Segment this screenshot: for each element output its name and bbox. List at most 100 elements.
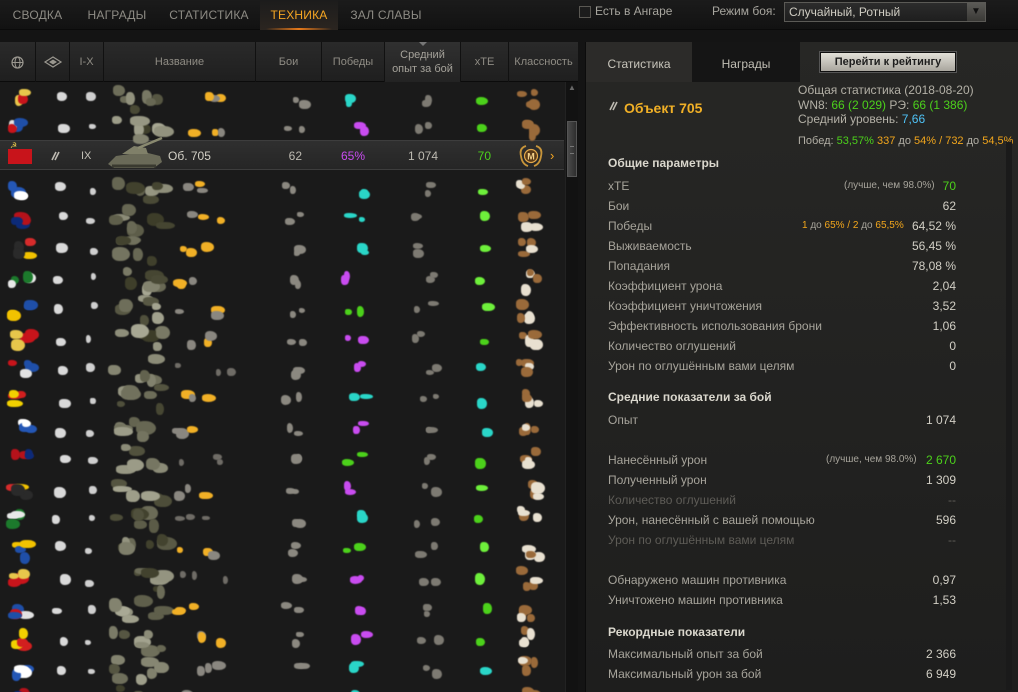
xte-header[interactable]: xTE [461, 42, 509, 82]
tab-summary[interactable]: СВОДКА [0, 0, 75, 30]
tab-vehicles[interactable]: ТЕХНИКА [260, 0, 338, 30]
wins-header[interactable]: Победы [322, 42, 385, 82]
redacted-flag [7, 400, 23, 408]
stat-avg-stuns: Количество оглушений -- [608, 493, 956, 507]
battle-mode-value: Случайный, Ротный [789, 5, 901, 19]
redacted-xte [474, 515, 483, 523]
redacted-tier [87, 605, 96, 615]
battles-header[interactable]: Бои [256, 42, 322, 82]
redacted-battles [280, 602, 293, 609]
table-row[interactable] [0, 622, 564, 657]
table-row[interactable] [0, 262, 564, 297]
table-scrollbar[interactable]: ▲ [565, 82, 578, 692]
redacted-xte [477, 188, 489, 196]
redacted-wins [345, 309, 352, 316]
redacted-xp [418, 578, 429, 586]
redacted-xp [423, 665, 431, 671]
row-expand-chevron-icon[interactable]: › [550, 141, 554, 171]
svg-text:M: M [527, 152, 535, 162]
redacted-battles [297, 662, 310, 670]
redacted-tank [125, 276, 138, 290]
avg-xp-header[interactable]: Средний опыт за бой [385, 42, 461, 82]
redacted-battles [287, 339, 297, 345]
redacted-flag [17, 390, 26, 398]
redacted-tank [133, 247, 143, 262]
vehicle-title: Объект 705 [624, 100, 703, 116]
table-row[interactable] [0, 592, 564, 624]
table-row[interactable] [0, 472, 564, 507]
redacted-type [52, 515, 60, 525]
redacted-name [201, 394, 217, 402]
redacted-flag [10, 510, 25, 519]
redacted-type [55, 541, 67, 551]
redacted-tank [152, 181, 164, 190]
redacted-tank [153, 125, 174, 138]
redacted-tank [151, 303, 161, 311]
table-row[interactable] [0, 202, 564, 237]
chevron-down-icon[interactable]: ▼ [967, 3, 985, 21]
hangar-checkbox[interactable] [579, 6, 591, 18]
nation-header[interactable] [0, 42, 36, 82]
globe-icon [11, 55, 24, 69]
table-row[interactable] [0, 172, 564, 204]
table-row[interactable] [0, 322, 564, 352]
table-row[interactable] [0, 682, 564, 692]
redacted-xp [430, 487, 442, 497]
stat-damage-dealt: Нанесённый урон (лучше, чем 98.0%) 2 670 [608, 453, 956, 467]
table-row[interactable] [0, 532, 564, 564]
tab-details-awards[interactable]: Награды [692, 42, 800, 82]
redacted-name [172, 279, 188, 287]
redacted-battles [286, 423, 294, 433]
table-row[interactable] [0, 292, 564, 326]
scroll-up-icon[interactable]: ▲ [566, 82, 578, 94]
redacted-xp [433, 634, 444, 645]
redacted-flag [12, 247, 26, 259]
redacted-mastery [518, 638, 529, 648]
name-header[interactable]: Название [104, 42, 256, 82]
tab-awards[interactable]: НАГРАДЫ [76, 0, 158, 30]
table-row-selected[interactable]: IX Об. 705 62 65% 1 074 70 M [0, 136, 564, 171]
redacted-xp [415, 550, 427, 558]
scroll-thumb[interactable] [567, 121, 577, 177]
stat-kill-ratio: Коэффициент уничтожения 3,52 [608, 299, 956, 313]
mastery-header[interactable]: Классность [509, 42, 578, 82]
tab-hall-of-fame[interactable]: ЗАЛ СЛАВЫ [340, 0, 432, 30]
battle-mode-select[interactable]: Случайный, Ротный ▼ [784, 2, 986, 22]
redacted-tier [85, 579, 95, 587]
redacted-flag [7, 578, 22, 587]
tab-details-statistics[interactable]: Статистика [586, 42, 692, 82]
table-row[interactable] [0, 232, 564, 266]
redacted-name [204, 331, 218, 341]
redacted-flag [19, 89, 32, 97]
redacted-mastery [527, 330, 542, 339]
table-row[interactable] [0, 502, 564, 534]
redacted-tank [122, 267, 133, 276]
table-row[interactable] [0, 562, 564, 599]
table-row[interactable] [0, 82, 564, 115]
go-to-rating-button[interactable]: Перейти к рейтингу [820, 52, 956, 72]
tier-header[interactable]: I-X [70, 42, 104, 82]
tab-statistics[interactable]: СТАТИСТИКА [160, 0, 258, 30]
table-row[interactable] [0, 412, 564, 442]
type-header[interactable] [36, 42, 70, 82]
table-row[interactable] [0, 112, 564, 144]
redacted-name [184, 483, 192, 493]
redacted-type [59, 454, 71, 463]
redacted-tier [89, 485, 98, 495]
redacted-tank [145, 98, 156, 107]
table-row[interactable] [0, 442, 564, 474]
redacted-tier [85, 639, 92, 645]
redacted-mastery [517, 656, 529, 664]
redacted-xp [421, 99, 432, 108]
stat-damage-ratio: Коэффициент урона 2,04 [608, 279, 956, 293]
table-row[interactable] [0, 352, 564, 387]
table-row[interactable] [0, 382, 564, 416]
redacted-mastery [533, 273, 542, 283]
redacted-tank [133, 519, 147, 529]
details-scrollbar[interactable] [1006, 142, 1012, 690]
table-header: I-X Название Бои Победы Средний опыт за … [0, 42, 578, 82]
redacted-xp [419, 396, 428, 403]
redacted-xte [475, 363, 487, 371]
table-row[interactable] [0, 652, 564, 685]
redacted-mastery [518, 238, 527, 247]
